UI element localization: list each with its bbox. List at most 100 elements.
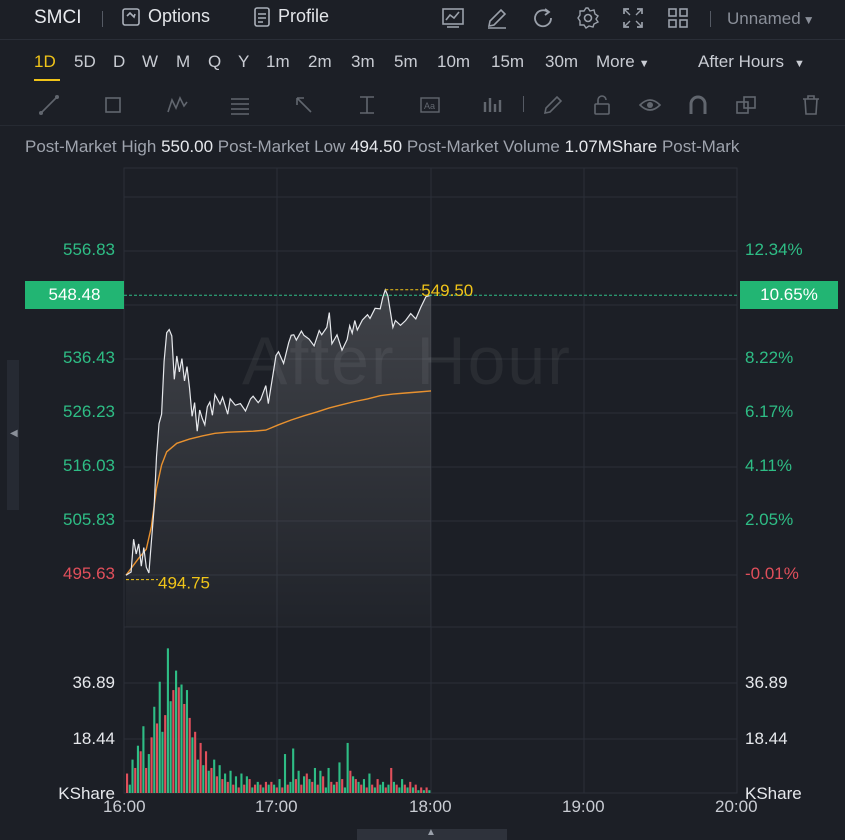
volume-bar — [131, 759, 134, 793]
bottom-panel-handle[interactable]: ▲ — [357, 827, 507, 840]
chart-frame — [123, 167, 738, 794]
pattern-tool-icon[interactable] — [166, 94, 188, 116]
volume-bar — [232, 784, 235, 793]
timeframe-m[interactable]: M — [176, 52, 190, 72]
volume-bar — [428, 790, 431, 793]
volume-bar — [185, 690, 189, 793]
time-axis-label: 18:00 — [409, 797, 452, 816]
chart-grid — [123, 167, 738, 794]
refresh-icon[interactable] — [531, 6, 555, 30]
chevron-up-icon: ▲ — [426, 827, 436, 838]
volume-bar — [286, 784, 289, 793]
volume-bar — [308, 779, 311, 793]
volume-bar — [357, 781, 360, 793]
profile-label: Profile — [278, 6, 330, 26]
low-label: Post-Market Low — [217, 137, 346, 156]
volume-bar — [215, 776, 218, 793]
volume-bar — [226, 781, 229, 793]
volume-bar — [425, 787, 428, 793]
line-tool-icon[interactable] — [38, 94, 60, 116]
clone-tool-icon[interactable] — [735, 94, 757, 116]
arrow-tool-icon[interactable] — [293, 94, 315, 116]
volume-bar — [360, 784, 363, 793]
text-tool-icon[interactable]: Aa — [419, 94, 441, 116]
fib-tool-icon[interactable] — [229, 94, 251, 116]
indicator-tool-icon[interactable] — [481, 94, 503, 116]
lock-tool-icon[interactable] — [591, 94, 613, 116]
layout-selector[interactable]: Unnamed ▼ — [727, 9, 815, 29]
timeframe-10m[interactable]: 10m — [437, 52, 470, 72]
volume-bar — [335, 781, 338, 793]
options-button[interactable]: Options — [121, 6, 210, 27]
volume-bar — [256, 781, 259, 793]
caret-down-icon: ▼ — [802, 13, 815, 27]
volume-bar — [270, 781, 273, 793]
timeframe-30m[interactable]: 30m — [545, 52, 578, 72]
volume-unit-label: KShare — [58, 784, 115, 803]
timeframe-y[interactable]: Y — [238, 52, 249, 72]
fullscreen-icon[interactable] — [621, 6, 645, 30]
price-chart[interactable]: 549.50 494.75 — [0, 0, 845, 840]
measure-tool-icon[interactable] — [356, 94, 378, 116]
timeframe-d[interactable]: D — [113, 52, 125, 72]
grid-layout-icon[interactable] — [666, 6, 690, 30]
draw-icon[interactable] — [485, 6, 509, 30]
volume-bar — [264, 781, 267, 793]
active-timeframe-indicator — [34, 79, 60, 81]
left-panel-handle[interactable]: ◀ — [7, 360, 19, 510]
symbol-label[interactable]: SMCI — [34, 7, 82, 29]
volume-bar — [142, 726, 145, 793]
volume-bar — [267, 784, 270, 793]
percent-axis-label: 2.05% — [745, 510, 794, 529]
volume-bar — [376, 779, 379, 793]
volume-bar — [259, 784, 262, 793]
chart-icon[interactable] — [441, 6, 465, 30]
volume-bar — [365, 787, 368, 793]
current-percent-tag: 10.65% — [740, 281, 838, 309]
volume-bar — [322, 776, 325, 793]
timeframe-more[interactable]: More ▼ — [596, 52, 650, 72]
volume-axis-label: 36.89 — [745, 673, 788, 692]
volume-bar — [300, 784, 303, 793]
volume-bar — [207, 770, 210, 793]
price-axis-label: 505.83 — [63, 510, 115, 529]
magnet-tool-icon[interactable] — [687, 94, 709, 116]
volume-bar — [161, 731, 164, 793]
profile-icon — [254, 6, 270, 27]
volume-bar — [224, 773, 227, 793]
price-axis-label: 526.23 — [63, 402, 115, 421]
trash-tool-icon[interactable] — [800, 94, 822, 116]
volume-bar — [202, 765, 205, 793]
session-selector[interactable]: After Hours ▼ — [698, 52, 805, 72]
volume-bar — [204, 751, 208, 793]
volume-bar — [332, 784, 336, 793]
volume-bar — [155, 723, 159, 793]
volume-bar — [172, 690, 175, 793]
volume-bar — [381, 781, 385, 793]
session-watermark: After Hour — [242, 323, 572, 399]
eye-tool-icon[interactable] — [639, 94, 661, 116]
timeframe-2m[interactable]: 2m — [308, 52, 332, 72]
volume-bar — [392, 781, 395, 793]
volume-bar — [324, 787, 327, 793]
volume-bar — [150, 737, 153, 793]
timeframe-w[interactable]: W — [142, 52, 158, 72]
timeframe-1m[interactable]: 1m — [266, 52, 290, 72]
volume-bar — [297, 770, 300, 793]
profile-button[interactable]: Profile — [253, 6, 329, 27]
pencil-tool-icon[interactable] — [542, 94, 564, 116]
timeframe-5m[interactable]: 5m — [394, 52, 418, 72]
timeframe-1d[interactable]: 1D — [34, 52, 56, 72]
volume-bar — [289, 781, 292, 793]
volume-bar — [281, 787, 284, 793]
settings-icon[interactable] — [576, 6, 600, 30]
rectangle-tool-icon[interactable] — [102, 94, 124, 116]
volume-bar — [196, 759, 199, 793]
timeframe-q[interactable]: Q — [208, 52, 221, 72]
options-icon — [122, 7, 140, 26]
volume-bar — [420, 787, 423, 793]
timeframe-3m[interactable]: 3m — [351, 52, 375, 72]
timeframe-15m[interactable]: 15m — [491, 52, 524, 72]
volume-bar — [327, 767, 330, 793]
timeframe-5d[interactable]: 5D — [74, 52, 96, 72]
